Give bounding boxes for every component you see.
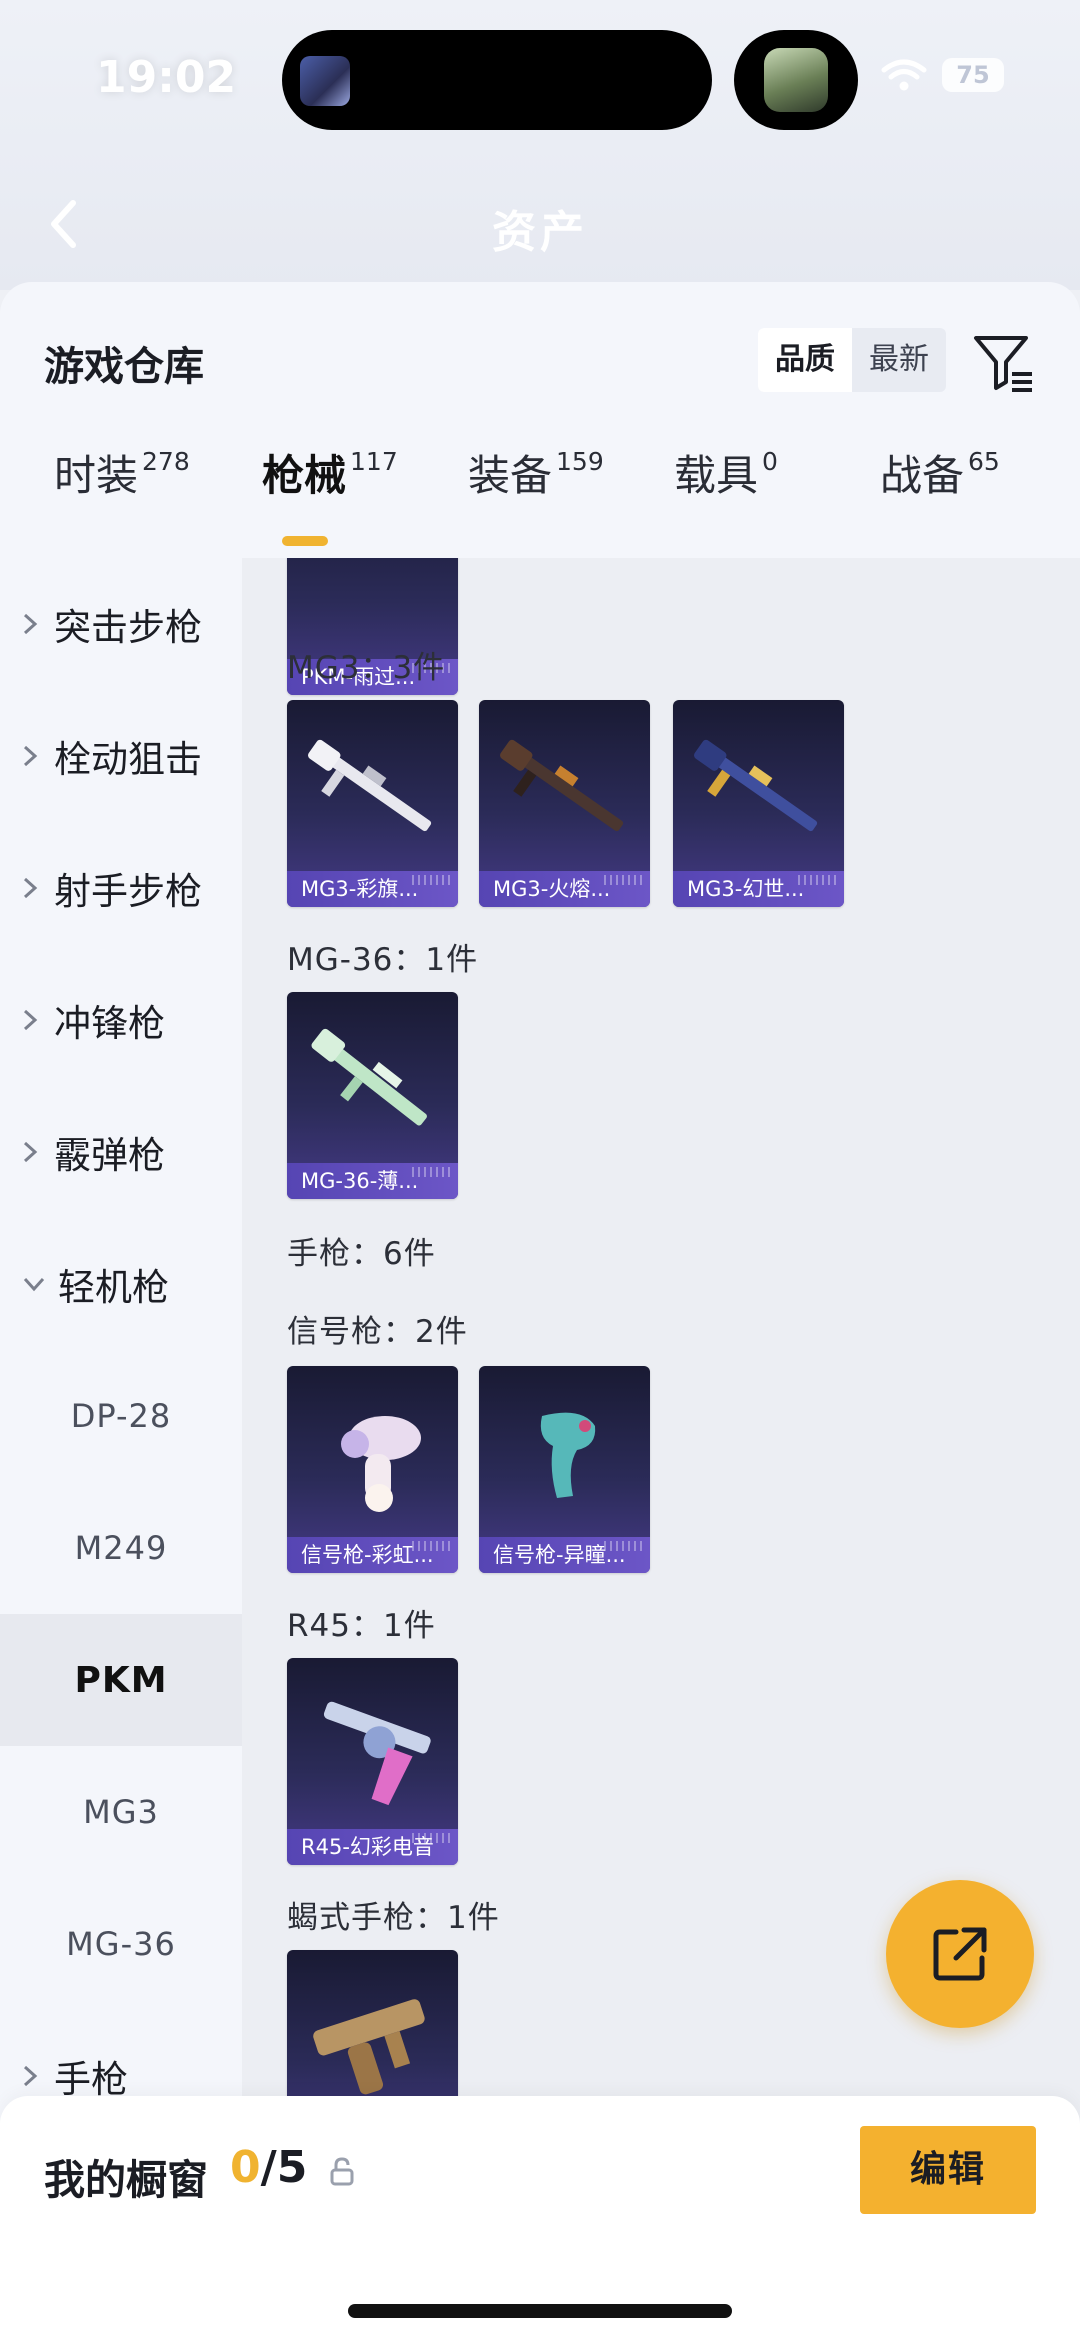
tab-label: 载具 (674, 451, 759, 500)
sidebar-subitem-dp28[interactable]: DP-28 (0, 1350, 242, 1482)
sidebar-item-label: 栓动狙击 (54, 738, 202, 781)
category-tabs: 时装 278 枪械 117 装备 159 载具 0 战备 65 (0, 442, 1080, 542)
tab-count: 278 (142, 446, 190, 476)
tab-label: 战备 (880, 451, 965, 500)
edit-button[interactable]: 编辑 (860, 2126, 1036, 2214)
tab-vehicles[interactable]: 载具 0 (674, 442, 778, 542)
tab-label: 装备 (468, 451, 553, 500)
skin-card-r45-1[interactable]: R45-幻彩电音 (287, 1658, 458, 1865)
group-title-r45: R45：1件 (287, 1608, 436, 1644)
sidebar-item-label: 手枪 (54, 2058, 128, 2101)
top-bar: 19:02 75 资产 (0, 0, 1080, 290)
chevron-right-icon (23, 613, 38, 635)
skin-card-name: 信号枪-彩虹... (287, 1537, 458, 1573)
tab-supplies[interactable]: 战备 65 (880, 442, 1000, 542)
tab-label: 时装 (54, 451, 139, 500)
group-title-scorpion: 蝎式手枪：1件 (287, 1900, 500, 1936)
page-title: 资产 (492, 207, 588, 258)
chevron-right-icon (23, 1141, 38, 1163)
dynamic-island (282, 30, 712, 130)
machine-gun-icon (694, 739, 818, 832)
group-title-pistol: 手枪：6件 (287, 1236, 436, 1272)
flare-gun-icon (540, 1412, 596, 1498)
sheet-title: 游戏仓库 (44, 344, 204, 390)
lock-icon (330, 2157, 354, 2186)
tab-count: 117 (350, 446, 398, 476)
live-activity-pill (734, 30, 858, 130)
skin-card-mg3-1[interactable]: MG3-彩旗... (287, 700, 458, 907)
skin-card-name: MG3-火熔... (479, 871, 650, 907)
rifle-icon (311, 1028, 427, 1126)
machine-gun-icon (308, 739, 432, 832)
flare-gun-icon (341, 1416, 421, 1512)
warehouse-sheet: 游戏仓库 品质 最新 时装 278 枪械 117 装备 159 载具 0 战备 … (0, 282, 1080, 2341)
chevron-right-icon (23, 2065, 38, 2087)
sidebar-item-lmg[interactable]: 轻机枪 (0, 1218, 242, 1350)
showcase-current: 0 (230, 2142, 261, 2193)
external-share-icon (933, 1927, 987, 1981)
sidebar-subitem-pkm[interactable]: PKM (0, 1614, 242, 1746)
skin-card-mg3-3[interactable]: MG3-幻世... (673, 700, 844, 907)
sort-toggle: 品质 最新 (758, 328, 946, 392)
sidebar-subitem-mg36[interactable]: MG-36 (0, 1878, 242, 2010)
skin-card-flare-1[interactable]: 信号枪-彩虹... (287, 1366, 458, 1573)
skin-card-name: MG3-彩旗... (287, 871, 458, 907)
chevron-down-icon (23, 1277, 45, 1292)
revolver-icon (323, 1701, 431, 1806)
sidebar-item-label: 霰弹枪 (54, 1134, 165, 1177)
sort-latest-option[interactable]: 最新 (852, 328, 946, 392)
tab-fashion[interactable]: 时装 278 (54, 442, 190, 542)
sidebar-item-shotgun[interactable]: 霰弹枪 (0, 1086, 242, 1218)
tab-count: 0 (762, 446, 778, 476)
share-button[interactable] (886, 1880, 1034, 2028)
pistol-icon (313, 1999, 425, 2095)
sidebar-item-assault-rifle[interactable]: 突击步枪 (0, 558, 242, 690)
skin-card-mg3-2[interactable]: MG3-火熔... (479, 700, 650, 907)
sidebar-item-label: 突击步枪 (54, 606, 202, 649)
chevron-right-icon (23, 877, 38, 899)
island-thumbnail (300, 56, 350, 106)
showcase-total: /5 (260, 2142, 308, 2193)
filter-icon[interactable] (972, 330, 1036, 394)
tab-firearms[interactable]: 枪械 117 (262, 442, 398, 542)
skin-card-name: MG-36-薄... (287, 1163, 458, 1199)
tab-equipment[interactable]: 装备 159 (468, 442, 604, 542)
sidebar-item-bolt-sniper[interactable]: 栓动狙击 (0, 690, 242, 822)
tab-count: 159 (556, 446, 604, 476)
weapon-grid: PKM-雨过... MG3：3件 MG3-彩旗... MG3-火熔... MG3 (242, 558, 1080, 2341)
skin-card-name: R45-幻彩电音 (287, 1829, 458, 1865)
skin-card-name: 信号枪-异瞳... (479, 1537, 650, 1573)
skin-card-name: MG3-幻世... (673, 871, 844, 907)
tab-count: 65 (968, 446, 1000, 476)
sort-quality-option[interactable]: 品质 (758, 328, 852, 392)
status-time: 19:02 (96, 52, 237, 103)
sidebar-item-label: 冲锋枪 (54, 1002, 165, 1045)
activity-thumbnail (764, 48, 828, 112)
sidebar-item-label: 轻机枪 (58, 1266, 169, 1309)
sidebar-subitem-m249[interactable]: M249 (0, 1482, 242, 1614)
sidebar-item-marksman-rifle[interactable]: 射手步枪 (0, 822, 242, 954)
battery-indicator: 75 (942, 58, 1004, 92)
showcase-count: 0/5 (230, 2142, 307, 2193)
showcase-title: 我的橱窗 (44, 2156, 208, 2204)
active-tab-indicator (282, 536, 328, 546)
weapon-sidebar: 突击步枪 栓动狙击 射手步枪 冲锋枪 霰弹枪 轻机枪 DP-28 M249 PK… (0, 558, 242, 2341)
skin-card-flare-2[interactable]: 信号枪-异瞳... (479, 1366, 650, 1573)
tab-label: 枪械 (262, 451, 347, 500)
group-title-mg3: MG3：3件 (287, 650, 446, 686)
wifi-icon (881, 59, 927, 91)
home-indicator (348, 2304, 732, 2318)
machine-gun-icon (500, 739, 624, 832)
sidebar-item-label: 射手步枪 (54, 870, 202, 913)
sidebar-item-smg[interactable]: 冲锋枪 (0, 954, 242, 1086)
chevron-right-icon (23, 745, 38, 767)
skin-card-mg36-1[interactable]: MG-36-薄... (287, 992, 458, 1199)
group-title-mg36: MG-36：1件 (287, 942, 479, 978)
group-title-flare-gun: 信号枪：2件 (287, 1314, 468, 1350)
sidebar-subitem-mg3[interactable]: MG3 (0, 1746, 242, 1878)
chevron-right-icon (23, 1009, 38, 1031)
